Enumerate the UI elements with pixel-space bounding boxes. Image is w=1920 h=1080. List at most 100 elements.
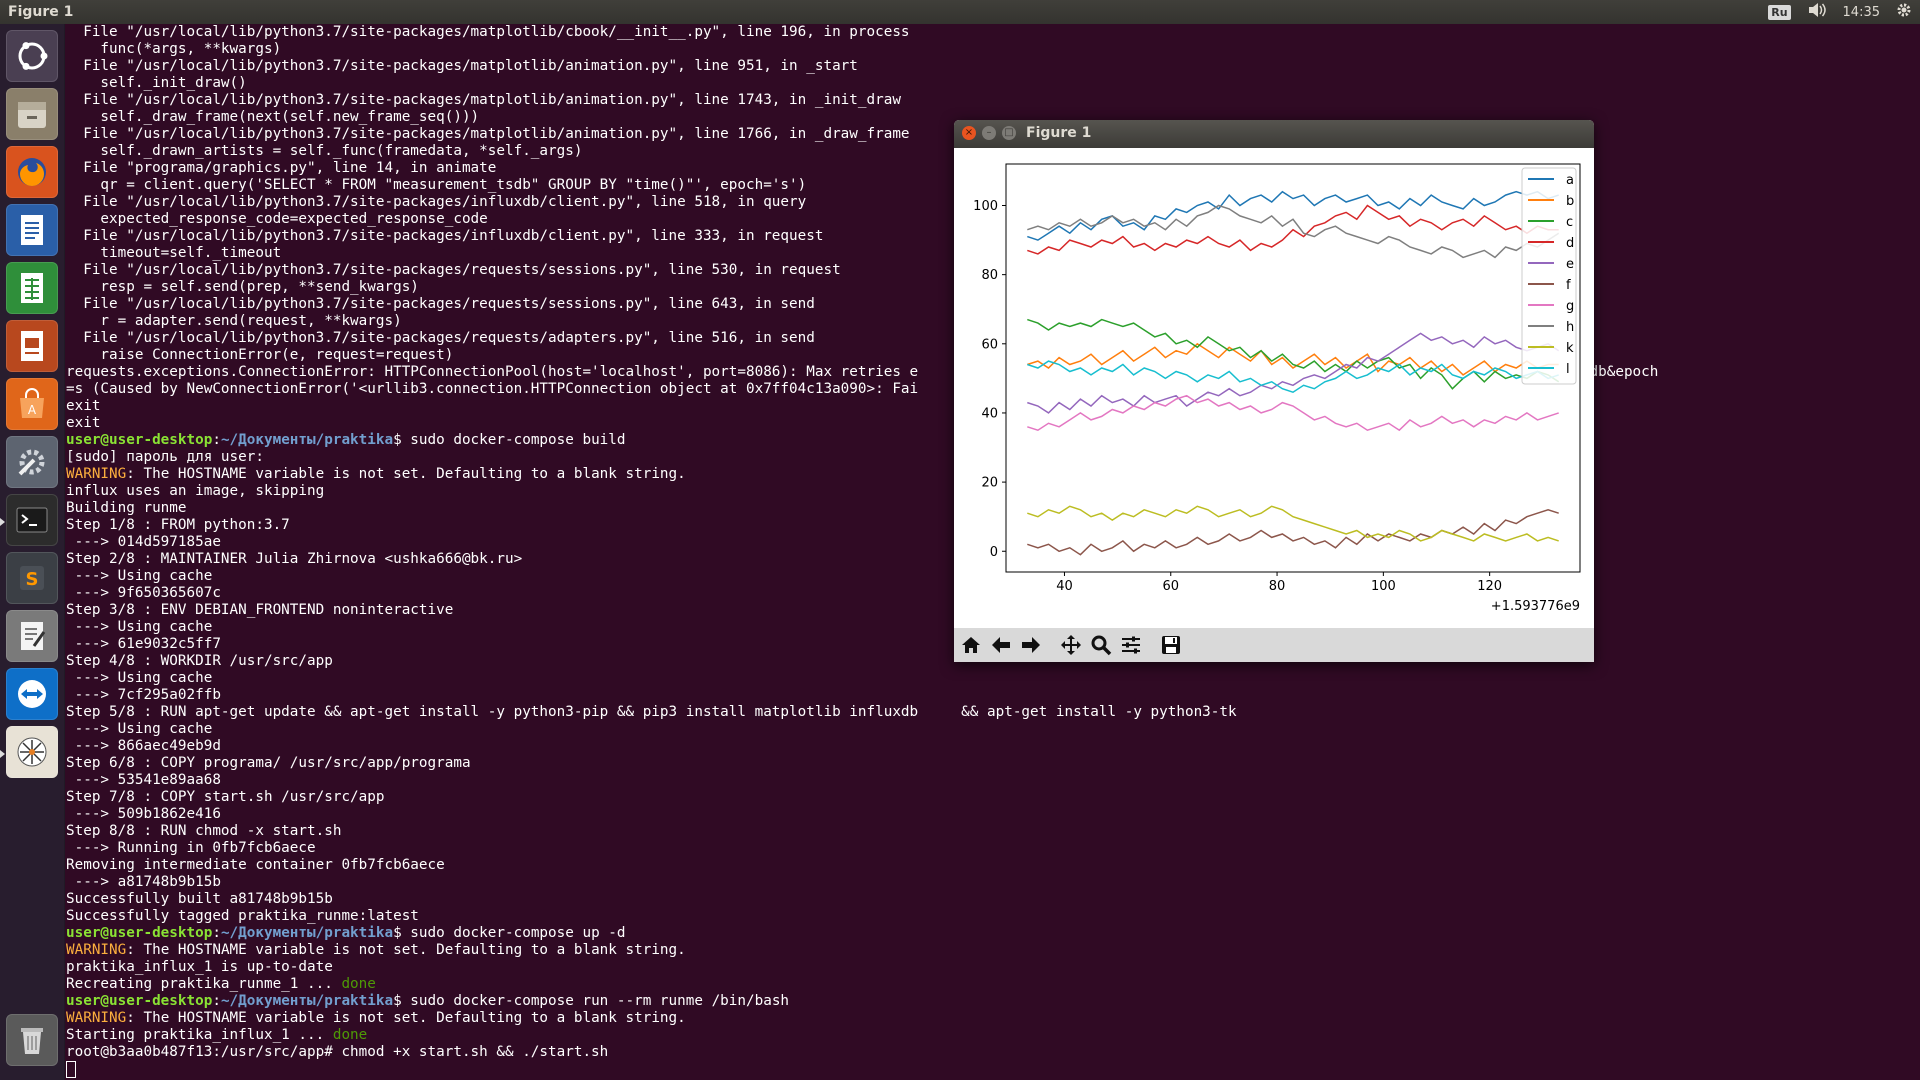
maximize-button[interactable]: □ [1002,126,1016,140]
legend-label: a [1566,173,1574,188]
minimize-button[interactable]: – [982,126,996,140]
plot-canvas[interactable]: 40 60 80 100 120 0 20 40 60 80 100 +1.593776e9 a b c d e… [954,148,1594,628]
line-chart: 40 60 80 100 120 0 20 40 60 80 100 +1.593776e9 abcde… [973,163,1581,614]
terminal-text: r = adapter.send(request, **kwargs) [66,313,402,329]
terminal-text: Step 4/8 : WORKDIR /usr/src/app [66,653,333,669]
terminal-text: ---> 509b1862e416 [66,806,221,822]
subplots-button[interactable] [1118,632,1144,658]
legend-label: l [1566,362,1570,377]
warning-label: WARNING [66,1010,127,1026]
terminal-text: ---> 866aec49eb9d [66,738,221,754]
terminal-text: timeout=self._timeout [66,245,282,261]
system-settings-launcher[interactable] [6,436,58,488]
legend-label: g [1566,299,1574,314]
subplots-config-icon [1122,636,1140,654]
terminal-text: ---> a81748b9b15b [66,874,221,890]
graphics-app-launcher[interactable] [0,726,58,778]
terminal-text: resp = self.send(prep, **send_kwargs) [66,279,419,295]
terminal-line: ---> 53541e89aa68 [66,772,1920,789]
running-indicator [0,518,5,526]
terminal-text: self._drawn_artists = self._func(frameda… [66,143,583,159]
close-button[interactable]: × [962,126,976,140]
home-button[interactable] [958,632,984,658]
terminal-line: File "/usr/local/lib/python3.7/site-pack… [66,92,1920,109]
y-tick-label: 80 [981,268,998,283]
prompt-path: ~/Документы/praktika [220,925,394,941]
terminal-text: File "/usr/local/lib/python3.7/site-pack… [66,126,910,142]
compass-icon [17,737,47,767]
files-launcher[interactable] [6,88,58,140]
impress-launcher[interactable] [6,320,58,372]
prompt-user-host: user@user-desktop [66,925,213,941]
terminal-cursor-line [66,1061,1920,1078]
volume-icon[interactable] [1807,2,1827,22]
legend-label: c [1566,215,1573,230]
terminal-text: =s (Caused by NewConnectionError('<urlli… [66,381,919,397]
teamviewer-icon [18,680,46,708]
terminal-text: : [212,993,221,1009]
terminal-line: ---> a81748b9b15b [66,874,1920,891]
x-tick-label: 100 [1371,579,1396,594]
home-icon [962,637,980,653]
save-button[interactable] [1158,632,1184,658]
zoom-button[interactable] [1088,632,1114,658]
terminal-text: ---> Using cache [66,670,213,686]
keyboard-layout-indicator[interactable]: Ru [1768,4,1791,20]
terminal-line: Recreating praktika_runme_1 ... done [66,976,1920,993]
firefox-launcher[interactable] [6,146,58,198]
terminal-text: Step 3/8 : ENV DEBIAN_FRONTEND nonintera… [66,602,454,618]
terminal-text: [sudo] пароль для user: [66,449,264,465]
terminal-text: Successfully built a81748b9b15b [66,891,333,907]
terminal-text: exit [66,415,101,431]
terminal-text: : [212,925,221,941]
text-editor-launcher[interactable] [6,610,58,662]
x-tick-label: 40 [1056,579,1073,594]
terminal-text: $ sudo docker-compose up -d [393,925,626,941]
terminal-launcher[interactable] [0,494,58,546]
prompt-user-host: user@user-desktop [66,993,213,1009]
back-button[interactable] [988,632,1014,658]
minimize-icon: – [986,127,992,138]
terminal-line: Removing intermediate container 0fb7fcb6… [66,857,1920,874]
teamviewer-launcher[interactable] [6,668,58,720]
sublime-text-launcher[interactable]: S [6,552,58,604]
terminal-text: self._init_draw() [66,75,247,91]
terminal-text: Step 2/8 : MAINTAINER Julia Zhirnova <us… [66,551,523,567]
trash-icon [21,1028,43,1054]
trash-launcher[interactable] [6,1014,58,1066]
terminal-text: File "/usr/local/lib/python3.7/site-pack… [66,58,858,74]
terminal-line: ---> Using cache [66,670,1920,687]
gear-icon[interactable] [1896,2,1912,22]
writer-launcher[interactable] [6,204,58,256]
forward-button[interactable] [1018,632,1044,658]
calc-launcher[interactable] [6,262,58,314]
terminal-text: File "/usr/local/lib/python3.7/site-pack… [66,24,910,40]
figure-titlebar[interactable]: × – □ Figure 1 [954,120,1594,148]
y-tick-label: 20 [981,476,998,491]
save-icon [1162,636,1180,654]
pan-button[interactable] [1058,632,1084,658]
y-tick-label: 100 [973,199,998,214]
terminal-text: File "/usr/local/lib/python3.7/site-pack… [66,194,807,210]
terminal-text: $ sudo docker-compose build [393,432,626,448]
y-tick-label: 0 [990,545,998,560]
terminal-line: Step 8/8 : RUN chmod -x start.sh [66,823,1920,840]
terminal-text: Starting praktika_influx_1 ... [66,1027,333,1043]
terminal-line: Successfully built a81748b9b15b [66,891,1920,908]
terminal-text: root@b3aa0b487f13:/usr/src/app# chmod +x… [66,1044,609,1060]
back-arrow-icon [992,637,1010,653]
terminal-line: root@b3aa0b487f13:/usr/src/app# chmod +x… [66,1044,1920,1061]
software-center-launcher[interactable]: A [6,378,58,430]
terminal-text: ---> 9f650365607c [66,585,221,601]
x-tick-label: 60 [1162,579,1179,594]
figure-title: Figure 1 [1026,125,1092,141]
sublime-icon: S [20,566,44,590]
clock[interactable]: 14:35 [1843,5,1880,20]
figure-window[interactable]: × – □ Figure 1 40 60 80 100 120 0 20 40 60 80 100 +… [954,120,1594,662]
file-cabinet-icon [18,102,46,128]
terminal-text: ---> 014d597185ae [66,534,221,550]
presentation-icon [21,331,43,361]
terminal-text: influx uses an image, skipping [66,483,325,499]
ubuntu-dash-button[interactable] [6,30,58,82]
terminal-line: user@user-desktop:~/Документы/praktika$ … [66,925,1920,942]
